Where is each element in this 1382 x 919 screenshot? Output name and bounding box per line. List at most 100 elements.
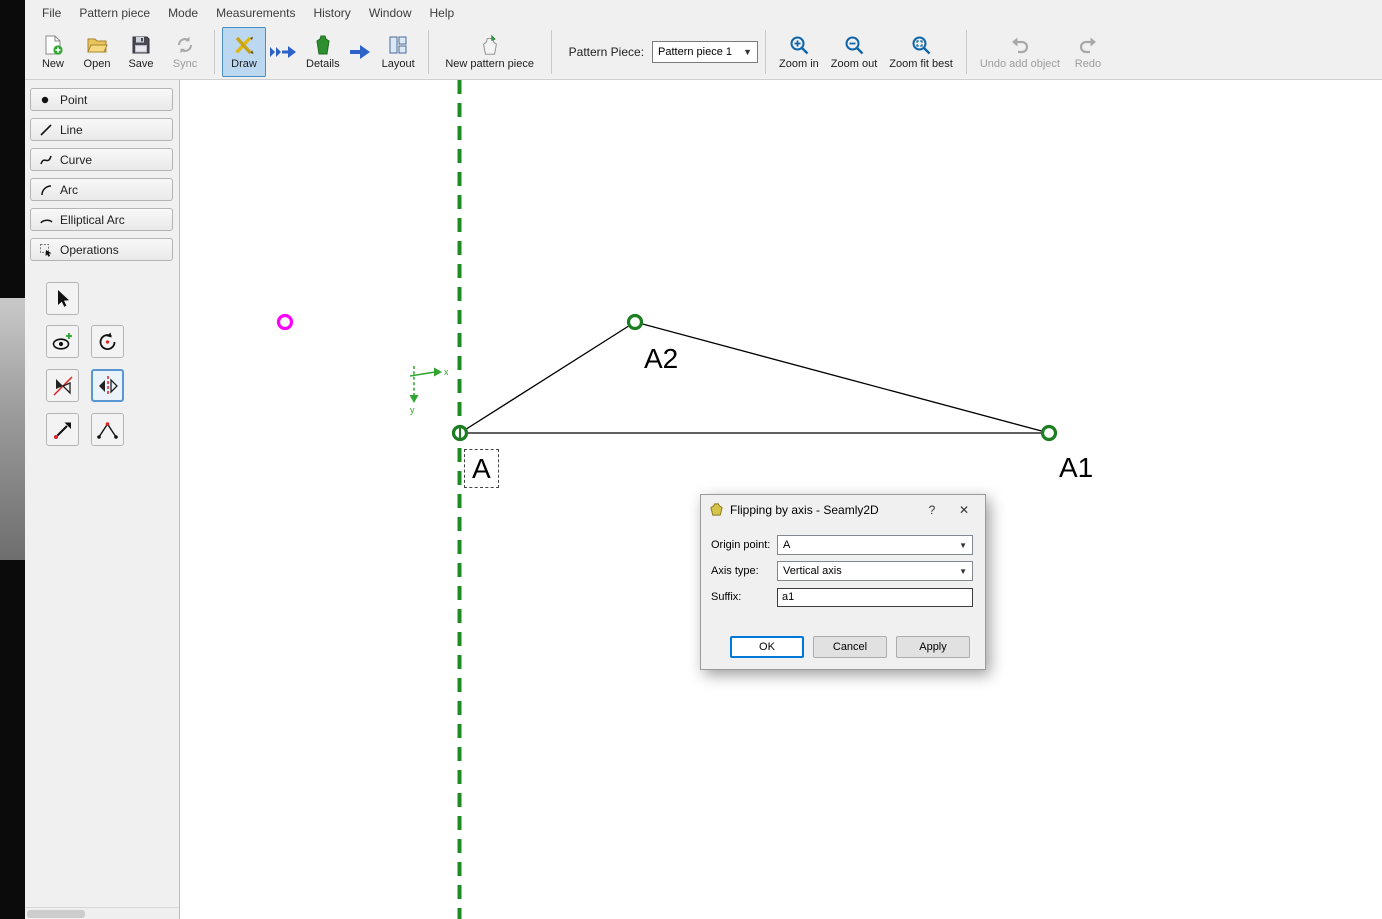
draw-mode-button[interactable]: Draw — [222, 27, 266, 77]
scrollbar-thumb[interactable] — [27, 910, 85, 918]
point-label-a1[interactable]: A1 — [1059, 453, 1093, 482]
main-toolbar: New Open Save Sync Draw Details — [25, 25, 1382, 80]
menu-bar: File Pattern piece Mode Measurements His… — [25, 0, 1382, 25]
apply-button[interactable]: Apply — [896, 636, 970, 658]
dialog-titlebar[interactable]: Flipping by axis - Seamly2D ? ✕ — [701, 495, 985, 524]
point-icon — [39, 93, 53, 107]
sidebar-item-label: Operations — [60, 243, 119, 257]
curve-icon — [39, 153, 53, 167]
pattern-piece-combobox[interactable]: Pattern piece 1 ▼ — [652, 41, 758, 63]
pattern-piece-value: Pattern piece 1 — [658, 46, 732, 58]
new-pattern-piece-label: New pattern piece — [445, 58, 534, 70]
axis-type-combobox[interactable]: Vertical axis ▼ — [777, 561, 973, 581]
operations-icon — [39, 243, 53, 257]
menu-file[interactable]: File — [33, 3, 70, 23]
zoom-fit-best-icon — [910, 34, 932, 56]
undo-arrow-icon — [1009, 34, 1031, 56]
redo-button[interactable]: Redo — [1066, 27, 1110, 77]
zoom-out-button[interactable]: Zoom out — [825, 27, 883, 77]
ok-button[interactable]: OK — [730, 636, 804, 658]
zoom-fit-best-button[interactable]: Zoom fit best — [883, 27, 959, 77]
sync-arrows-icon — [174, 34, 196, 56]
sidebar-item-line[interactable]: Line — [30, 118, 173, 141]
dialog-close-button[interactable]: ✕ — [951, 499, 977, 521]
rotate-icon — [96, 330, 120, 354]
new-label: New — [42, 58, 64, 70]
group-visibility-tool-button[interactable] — [46, 325, 79, 358]
undo-label: Undo add object — [980, 58, 1060, 70]
point-label-a2[interactable]: A2 — [644, 344, 678, 373]
new-pattern-piece-button[interactable]: New pattern piece — [436, 27, 544, 77]
sidebar-item-point[interactable]: Point — [30, 88, 173, 111]
menu-mode[interactable]: Mode — [159, 3, 207, 23]
toolbar-separator — [765, 30, 766, 74]
chevron-down-icon: ▼ — [959, 567, 967, 576]
flipping-by-axis-dialog: Flipping by axis - Seamly2D ? ✕ Origin p… — [700, 494, 986, 670]
suffix-input[interactable] — [777, 588, 973, 607]
flip-by-axis-tool-button[interactable] — [91, 369, 124, 402]
open-folder-icon — [86, 34, 108, 56]
cancel-button[interactable]: Cancel — [813, 636, 887, 658]
zoom-out-label: Zoom out — [831, 58, 877, 70]
line-icon — [39, 123, 53, 137]
undo-button[interactable]: Undo add object — [974, 27, 1066, 77]
new-button[interactable]: New — [31, 27, 75, 77]
point-marker-a2[interactable] — [629, 316, 642, 329]
desktop-photo-fragment — [0, 298, 25, 560]
point-marker-a1[interactable] — [1043, 427, 1056, 440]
line-a2-a1 — [635, 322, 1049, 433]
origin-point-label: Origin point: — [711, 539, 777, 551]
details-to-layout-arrow-icon — [348, 42, 374, 62]
move-tool-button[interactable] — [46, 413, 79, 446]
menu-help[interactable]: Help — [421, 3, 464, 23]
sidebar-item-operations[interactable]: Operations — [30, 238, 173, 261]
origin-point-row: Origin point: A ▼ — [711, 532, 973, 558]
sidebar-item-label: Line — [60, 123, 83, 137]
flip-by-line-tool-button[interactable] — [46, 369, 79, 402]
layout-mode-button[interactable]: Layout — [376, 27, 421, 77]
sidebar-item-elliptical-arc[interactable]: Elliptical Arc — [30, 208, 173, 231]
axis-type-row: Axis type: Vertical axis ▼ — [711, 558, 973, 584]
new-pattern-piece-icon — [479, 34, 501, 56]
save-button[interactable]: Save — [119, 27, 163, 77]
elliptical-arc-icon — [39, 213, 53, 227]
open-button[interactable]: Open — [75, 27, 119, 77]
sync-button[interactable]: Sync — [163, 27, 207, 77]
save-floppy-icon — [130, 34, 152, 56]
sidebar-item-curve[interactable]: Curve — [30, 148, 173, 171]
details-garment-icon — [312, 34, 334, 56]
sidebar-item-label: Arc — [60, 183, 78, 197]
pattern-piece-label: Pattern Piece: — [569, 45, 644, 59]
zoom-out-icon — [843, 34, 865, 56]
toolbox-scrollbar[interactable] — [25, 907, 179, 919]
draw-label: Draw — [231, 58, 257, 70]
select-tool-button[interactable] — [46, 282, 79, 315]
move-arrow-icon — [51, 418, 75, 442]
redo-label: Redo — [1075, 58, 1101, 70]
draw-crossed-pencils-icon — [233, 34, 255, 56]
arc-icon — [39, 183, 53, 197]
zoom-in-button[interactable]: Zoom in — [773, 27, 825, 77]
menu-history[interactable]: History — [304, 3, 359, 23]
origin-point-combobox[interactable]: A ▼ — [777, 535, 973, 555]
seamly2d-window: File Pattern piece Mode Measurements His… — [25, 0, 1382, 919]
dialog-fields: Origin point: A ▼ Axis type: Vertical ax… — [701, 524, 985, 610]
axis-type-label: Axis type: — [711, 565, 777, 577]
point-label-a[interactable]: A — [464, 449, 499, 488]
rotate-tool-button[interactable] — [91, 325, 124, 358]
true-darts-tool-button[interactable] — [91, 413, 124, 446]
menu-window[interactable]: Window — [360, 3, 421, 23]
details-mode-button[interactable]: Details — [300, 27, 346, 77]
layout-label: Layout — [382, 58, 415, 70]
menu-measurements[interactable]: Measurements — [207, 3, 304, 23]
menu-pattern-piece[interactable]: Pattern piece — [70, 3, 159, 23]
new-document-icon — [42, 34, 64, 56]
dialog-help-button[interactable]: ? — [919, 499, 945, 521]
flip-preview-point — [279, 316, 292, 329]
sidebar-item-label: Elliptical Arc — [60, 213, 125, 227]
draw-to-details-arrow-icon — [268, 42, 298, 62]
zoom-fit-best-label: Zoom fit best — [889, 58, 953, 70]
tools-sidebar: Point Line Curve Arc Elliptical Arc Oper… — [25, 80, 180, 919]
sidebar-item-arc[interactable]: Arc — [30, 178, 173, 201]
axis-origin-glyph: x y — [410, 366, 450, 415]
